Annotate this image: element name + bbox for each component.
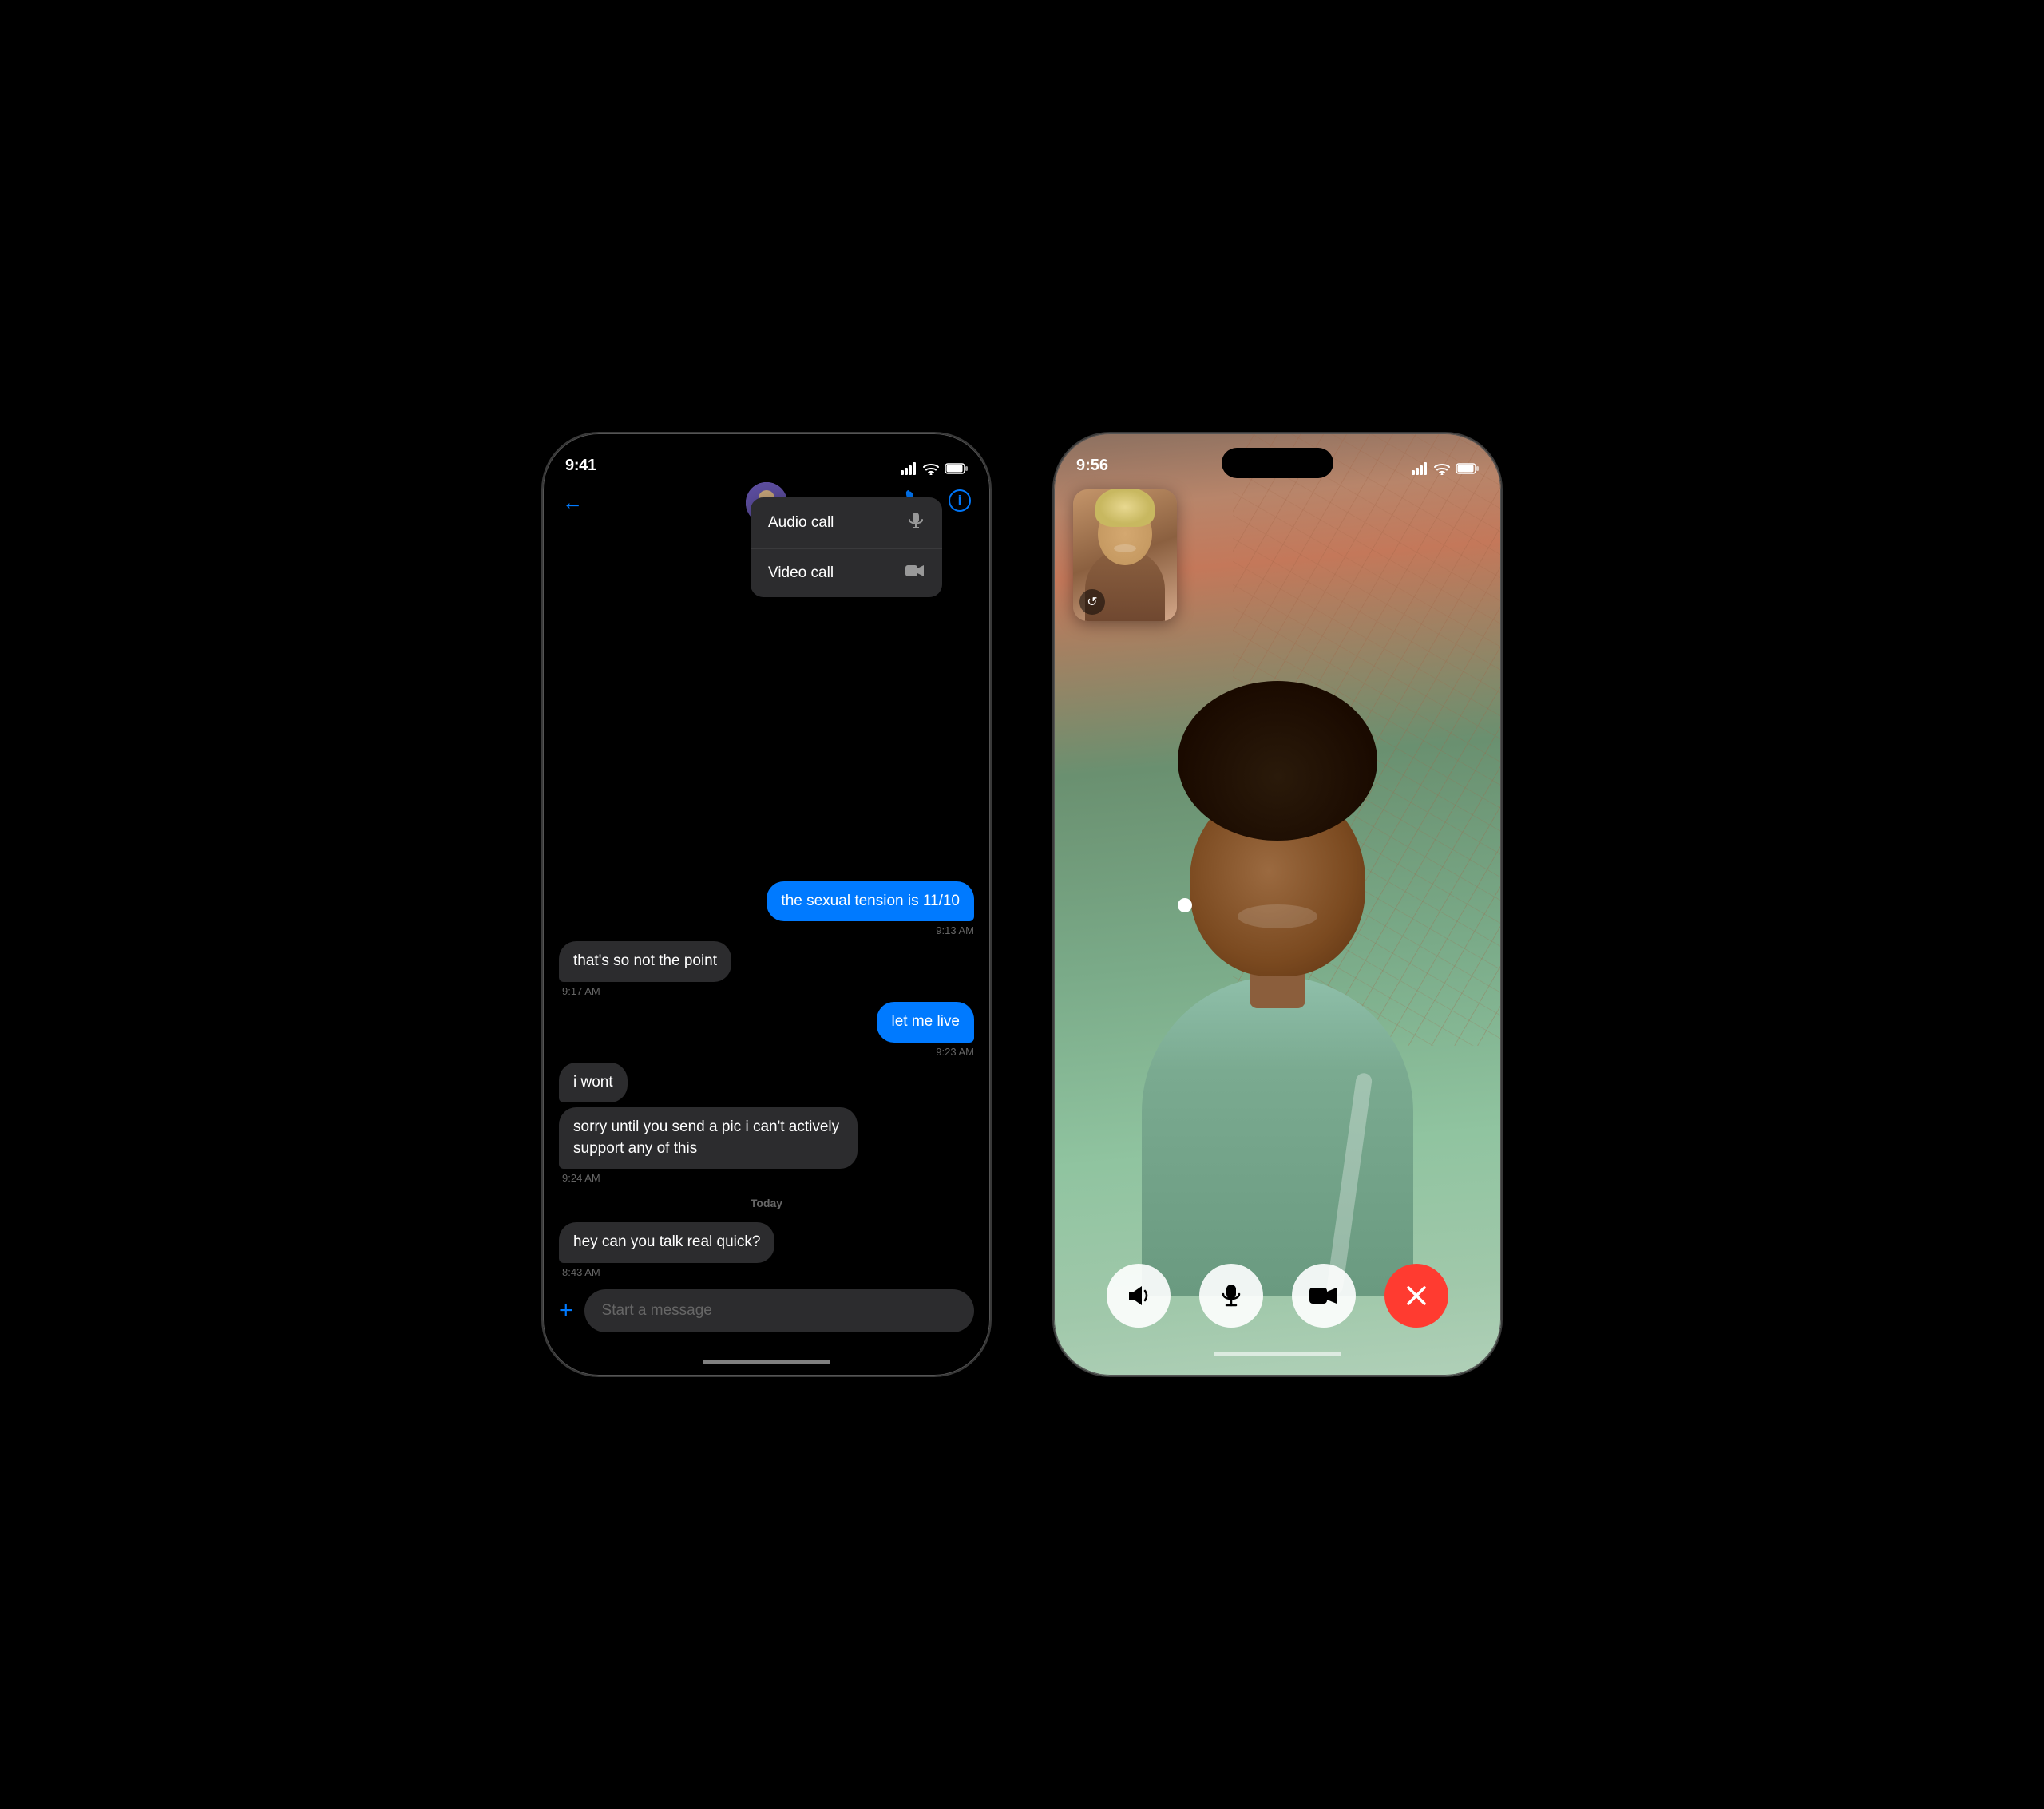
- message-input[interactable]: Start a message: [584, 1289, 974, 1332]
- message-time-1: 9:13 AM: [936, 924, 974, 936]
- back-button[interactable]: ←: [562, 490, 583, 515]
- dynamic-island-2: [1222, 448, 1333, 478]
- message-bubble-received-3: sorry until you send a pic i can't activ…: [559, 1107, 858, 1169]
- message-text: that's so not the point: [573, 952, 717, 969]
- speaker-icon: [1126, 1283, 1151, 1308]
- message-group-7: hey can you talk real quick? 8:43 AM: [559, 1222, 974, 1278]
- message-bubble-received-1: that's so not the point: [559, 941, 731, 982]
- video-camera-icon: [905, 564, 925, 578]
- home-indicator-2: [1054, 1340, 1501, 1368]
- call-battery-icon: [1456, 463, 1479, 474]
- flip-camera-button[interactable]: ↺: [1079, 589, 1105, 615]
- video-camera-ctrl-icon: [1309, 1285, 1338, 1307]
- message-group-2: that's so not the point 9:17 AM: [559, 941, 974, 997]
- home-indicator: [543, 1348, 990, 1376]
- battery-icon: [945, 463, 968, 474]
- message-bubble-received-2: i wont: [559, 1063, 628, 1103]
- video-call-screen: 9:56: [1054, 433, 1501, 1376]
- info-button[interactable]: i: [949, 489, 971, 512]
- end-call-icon: [1405, 1285, 1428, 1307]
- message-group-3: let me live 9:23 AM: [559, 1002, 974, 1058]
- message-text: hey can you talk real quick?: [573, 1233, 760, 1250]
- dynamic-island: [711, 448, 822, 478]
- self-view-hair: [1095, 489, 1155, 527]
- messaging-screen: 9:41: [543, 433, 990, 1376]
- message-time-2: 9:17 AM: [559, 985, 600, 997]
- call-signal-icon: [1412, 462, 1428, 475]
- end-call-button[interactable]: [1384, 1264, 1448, 1328]
- call-status-time: 9:56: [1076, 457, 1108, 475]
- message-time-7: 8:43 AM: [559, 1266, 600, 1278]
- message-text: i wont: [573, 1074, 613, 1091]
- message-group-1: the sexual tension is 11/10 9:13 AM: [559, 881, 974, 937]
- message-time-5: 9:24 AM: [559, 1172, 600, 1184]
- video-icon: [905, 564, 925, 583]
- audio-call-option[interactable]: Audio call: [751, 497, 942, 549]
- message-group-4: i wont: [559, 1063, 974, 1103]
- phone-messaging: 9:41: [543, 433, 990, 1376]
- message-input-area: + Start a message: [543, 1278, 990, 1348]
- self-view-smile: [1114, 544, 1136, 552]
- microphone-icon: [907, 512, 925, 529]
- hair: [1178, 681, 1377, 841]
- call-type-dropdown: Audio call Video call: [751, 497, 942, 597]
- home-bar: [703, 1360, 830, 1364]
- person-body: [1134, 817, 1421, 1296]
- wifi-icon: [923, 462, 939, 475]
- message-bubble-received-4: hey can you talk real quick?: [559, 1222, 774, 1263]
- call-controls: [1054, 1264, 1501, 1328]
- date-divider: Today: [559, 1189, 974, 1217]
- messages-list: the sexual tension is 11/10 9:13 AM that…: [543, 527, 990, 1278]
- scene: 9:41: [543, 433, 1501, 1376]
- message-bubble-sent-2: let me live: [877, 1002, 974, 1043]
- plus-button[interactable]: +: [559, 1299, 573, 1323]
- message-bubble-sent-1: the sexual tension is 11/10: [766, 881, 974, 922]
- video-toggle-button[interactable]: [1292, 1264, 1356, 1328]
- status-time: 9:41: [565, 457, 596, 475]
- status-icons: [901, 462, 968, 475]
- phone-video-call: 9:56: [1054, 433, 1501, 1376]
- message-time-3: 9:23 AM: [936, 1046, 974, 1058]
- video-call-option[interactable]: Video call: [751, 549, 942, 597]
- video-call-label: Video call: [768, 564, 834, 582]
- message-group-5: sorry until you send a pic i can't activ…: [559, 1107, 974, 1184]
- call-wifi-icon: [1434, 462, 1450, 475]
- speaker-button[interactable]: [1107, 1264, 1171, 1328]
- self-view-thumbnail: ↺: [1073, 489, 1177, 621]
- audio-call-label: Audio call: [768, 514, 834, 532]
- clothing: [1142, 976, 1413, 1296]
- call-status-icons: [1412, 462, 1479, 475]
- mute-button[interactable]: [1199, 1264, 1263, 1328]
- message-text: let me live: [891, 1013, 960, 1030]
- signal-icon: [901, 462, 917, 475]
- earring-left: [1178, 898, 1192, 912]
- face-highlight: [1238, 904, 1317, 928]
- mute-microphone-icon: [1218, 1283, 1244, 1308]
- mic-icon: [907, 512, 925, 534]
- home-bar-2: [1214, 1352, 1341, 1356]
- message-text: the sexual tension is 11/10: [781, 893, 960, 909]
- message-text: sorry until you send a pic i can't activ…: [573, 1118, 839, 1157]
